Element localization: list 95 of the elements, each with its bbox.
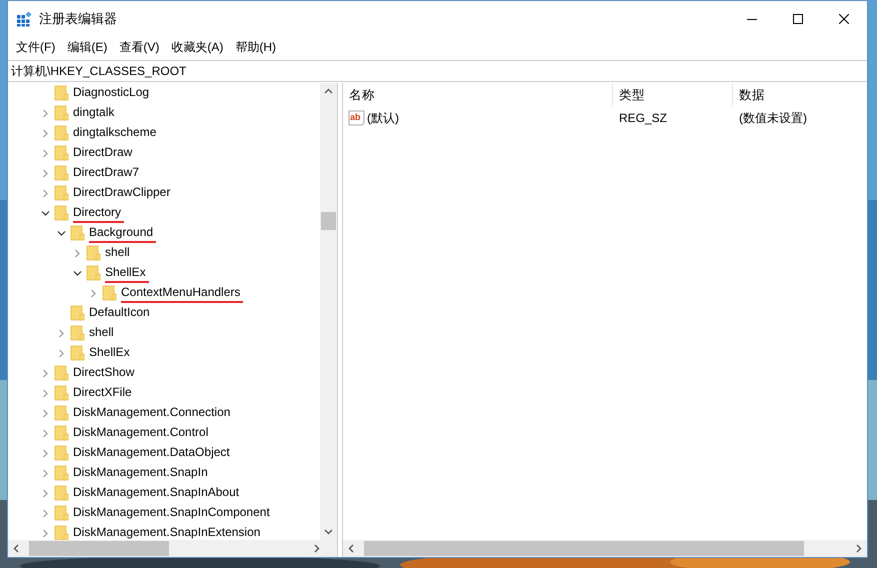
folder-icon [102, 285, 118, 301]
chevron-down-icon[interactable] [40, 208, 50, 218]
chevron-right-icon[interactable] [40, 408, 50, 418]
chevron-right-icon[interactable] [40, 508, 50, 518]
chevron-right-icon[interactable] [56, 328, 66, 338]
tree-item[interactable]: DiskManagement.SnapIn [73, 465, 211, 483]
menu-item[interactable]: 查看(V) [113, 36, 166, 58]
tree-item[interactable]: ShellEx [105, 265, 149, 283]
chevron-right-icon[interactable] [40, 108, 50, 118]
menu-item[interactable]: 帮助(H) [229, 36, 282, 58]
tree-item[interactable]: DiskManagement.SnapInAbout [73, 485, 242, 503]
folder-icon [54, 105, 70, 121]
folder-icon [54, 145, 70, 161]
chevron-right-icon[interactable] [40, 368, 50, 378]
chevron-right-icon[interactable] [40, 168, 50, 178]
tree-item[interactable]: dingtalk [73, 105, 118, 123]
tree-item[interactable]: dingtalkscheme [73, 125, 160, 143]
chevron-right-icon[interactable] [40, 188, 50, 198]
folder-icon [54, 465, 70, 481]
close-icon [839, 14, 849, 24]
registry-icon [16, 10, 32, 26]
folder-icon [54, 165, 70, 181]
chevron-down-icon[interactable] [72, 268, 82, 278]
tree-item[interactable]: Directory [73, 205, 124, 223]
string-value-icon: ab [348, 110, 365, 126]
tree-item[interactable]: DiskManagement.SnapInComponent [73, 505, 273, 523]
folder-icon [54, 385, 70, 401]
chevron-right-icon[interactable] [40, 388, 50, 398]
scroll-left-icon[interactable] [13, 544, 19, 553]
folder-icon [86, 245, 102, 261]
chevron-right-icon[interactable] [56, 348, 66, 358]
column-header[interactable]: 数据 [733, 83, 863, 107]
folder-icon [54, 365, 70, 381]
scroll-up-icon[interactable] [324, 88, 333, 94]
scrollbar[interactable] [343, 540, 867, 557]
folder-icon [70, 345, 86, 361]
chevron-right-icon[interactable] [40, 428, 50, 438]
folder-icon [54, 405, 70, 421]
folder-icon [54, 525, 70, 540]
tree-item[interactable]: shell [89, 325, 117, 343]
tree-item[interactable]: DiagnosticLog [73, 85, 152, 103]
folder-icon [54, 445, 70, 461]
scrollbar-thumb[interactable] [364, 541, 804, 556]
folder-icon [54, 205, 70, 221]
window-title: 注册表编辑器 [39, 10, 117, 28]
scrollbar[interactable] [320, 83, 337, 540]
chevron-right-icon[interactable] [40, 128, 50, 138]
chevron-right-icon[interactable] [40, 448, 50, 458]
tree-item[interactable]: Background [89, 225, 156, 243]
tree-item[interactable]: DiskManagement.SnapInExtension [73, 525, 264, 540]
tree-item[interactable]: DirectDraw7 [73, 165, 142, 183]
menu-item[interactable]: 收藏夹(A) [165, 36, 230, 58]
menu-item[interactable]: 文件(F) [10, 36, 62, 58]
folder-icon [54, 425, 70, 441]
tree-item[interactable]: ShellEx [89, 345, 133, 363]
chevron-right-icon[interactable] [40, 488, 50, 498]
table-cell: (默认) [367, 110, 399, 126]
table-cell-text: (数值未设置) [738, 110, 808, 126]
tree-item[interactable]: DirectDraw [73, 145, 136, 163]
table-cell-text: REG_SZ [618, 111, 668, 125]
tree-item[interactable]: DirectShow [73, 365, 138, 383]
chevron-right-icon[interactable] [40, 528, 50, 538]
menu-item[interactable]: 编辑(E) [61, 36, 114, 58]
folder-icon [54, 505, 70, 521]
folder-icon [70, 305, 86, 321]
tree-item[interactable]: DefaultIcon [89, 305, 153, 323]
maximize-icon [793, 14, 803, 24]
scrollbar-thumb[interactable] [29, 541, 169, 556]
folder-icon [54, 85, 70, 101]
tree-item[interactable]: ContextMenuHandlers [121, 285, 244, 303]
column-header[interactable]: 类型 [613, 83, 733, 107]
tree-item[interactable]: DirectXFile [73, 385, 135, 403]
address-field[interactable]: 计算机\HKEY_CLASSES_ROOT [8, 60, 867, 82]
folder-icon [70, 225, 86, 241]
folder-icon [70, 325, 86, 341]
column-header[interactable]: 名称 [343, 83, 613, 107]
scroll-down-icon[interactable] [324, 529, 333, 535]
scroll-right-icon[interactable] [314, 544, 320, 553]
scroll-right-icon[interactable] [856, 544, 862, 553]
chevron-right-icon[interactable] [72, 248, 82, 258]
folder-icon [86, 265, 102, 281]
chevron-right-icon[interactable] [40, 468, 50, 478]
tree-item[interactable]: DiskManagement.Control [73, 425, 212, 443]
chevron-right-icon[interactable] [88, 288, 98, 298]
tree-item[interactable]: shell [105, 245, 133, 263]
chevron-down-icon[interactable] [56, 228, 66, 238]
tree-item[interactable]: DiskManagement.DataObject [73, 445, 233, 463]
scrollbar-thumb[interactable] [321, 212, 336, 230]
folder-icon [54, 185, 70, 201]
scroll-left-icon[interactable] [348, 544, 354, 553]
folder-icon [54, 125, 70, 141]
tree-item[interactable]: DirectDrawClipper [73, 185, 174, 203]
tree-item[interactable]: DiskManagement.Connection [73, 405, 234, 423]
chevron-right-icon[interactable] [40, 148, 50, 158]
folder-icon [54, 485, 70, 501]
